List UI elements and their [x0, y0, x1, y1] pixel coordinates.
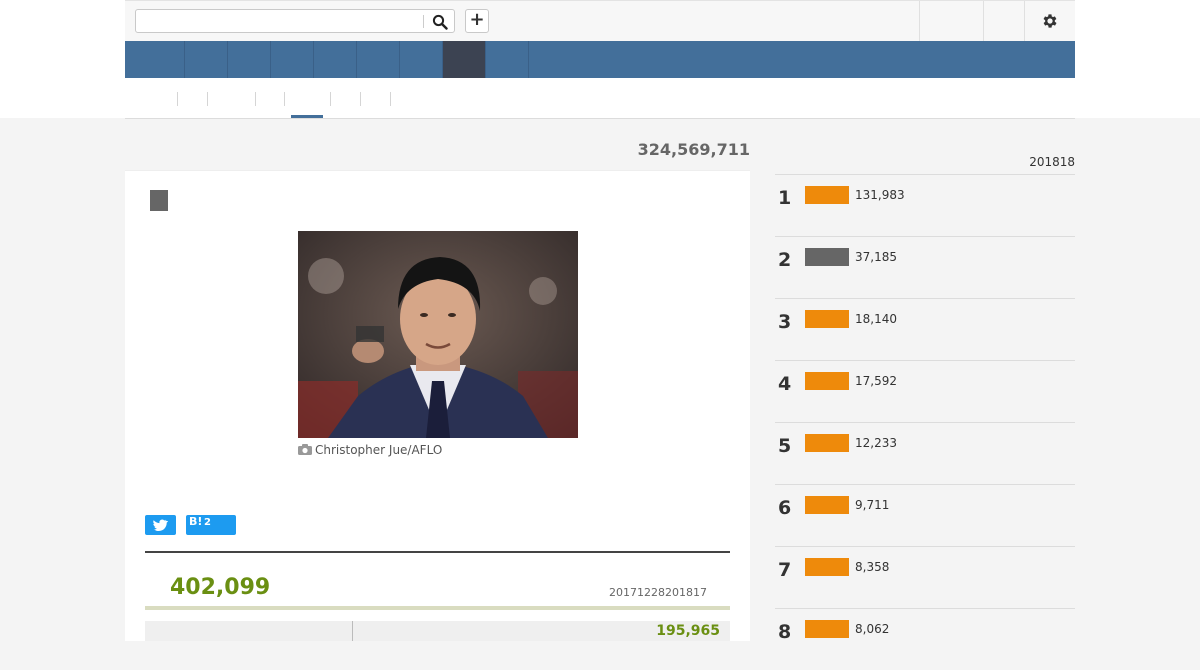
nav-item[interactable]	[357, 41, 400, 78]
total-views: 402,099	[170, 575, 271, 600]
ranking-header: 201818	[1029, 155, 1075, 169]
search-input[interactable]	[140, 12, 424, 32]
rank-value: 131,983	[855, 188, 905, 202]
rank-bar	[805, 558, 849, 576]
ranking-item[interactable]: 7 8,358	[775, 546, 1075, 608]
rank-number: 3	[778, 311, 792, 333]
stats-row: 195,965	[145, 621, 730, 641]
hatena-logo: B!	[189, 515, 203, 528]
rank-bar	[805, 310, 849, 328]
nav-item-active[interactable]	[443, 41, 486, 78]
header-divider	[983, 1, 984, 41]
stats-divider	[145, 551, 730, 553]
photo-caption: Christopher Jue/AFLO	[298, 443, 442, 457]
ranking-item[interactable]: 5 12,233	[775, 422, 1075, 484]
hatena-bookmark-button[interactable]: B! 2	[186, 515, 236, 535]
category-badge	[150, 190, 168, 211]
ranking-item[interactable]: 6 9,711	[775, 484, 1075, 546]
rank-value: 37,185	[855, 250, 897, 264]
rank-bar	[805, 372, 849, 390]
rank-value: 8,358	[855, 560, 890, 574]
total-count: 324,569,711	[637, 140, 750, 159]
subnav-active-indicator	[291, 115, 323, 118]
nav-item[interactable]	[400, 41, 443, 78]
nav-item[interactable]	[185, 41, 228, 78]
nav-item[interactable]	[228, 41, 271, 78]
ranking-item[interactable]: 1 131,983	[775, 174, 1075, 236]
subnav-divider	[360, 92, 361, 106]
rank-bar	[805, 620, 849, 638]
nav-item[interactable]	[314, 41, 357, 78]
rank-number: 6	[778, 497, 792, 519]
ranking-item[interactable]: 8 8,062	[775, 608, 1075, 670]
rank-value: 18,140	[855, 312, 897, 326]
nav-item[interactable]	[486, 41, 529, 78]
sub-nav	[125, 78, 1075, 119]
subnav-divider	[284, 92, 285, 106]
rank-number: 2	[778, 249, 792, 271]
nav-item[interactable]	[271, 41, 314, 78]
rank-value: 8,062	[855, 622, 890, 636]
rank-bar	[805, 248, 849, 266]
add-button[interactable]: +	[465, 9, 489, 33]
stats-row-value: 195,965	[656, 623, 720, 639]
subnav-divider	[255, 92, 256, 106]
rank-bar	[805, 496, 849, 514]
rank-value: 12,233	[855, 436, 897, 450]
search-icon[interactable]	[432, 14, 448, 30]
rank-number: 1	[778, 187, 792, 209]
stats-underline	[145, 606, 730, 610]
twitter-icon	[153, 519, 169, 531]
rank-number: 5	[778, 435, 792, 457]
ranking-item[interactable]: 4 17,592	[775, 360, 1075, 422]
header-bar: +	[125, 0, 1075, 41]
subnav-divider	[177, 92, 178, 106]
main-nav	[125, 41, 1075, 78]
rank-number: 7	[778, 559, 792, 581]
subnav-divider	[390, 92, 391, 106]
nav-item[interactable]	[125, 41, 185, 78]
rank-bar	[805, 186, 849, 204]
rank-value: 17,592	[855, 374, 897, 388]
search-divider	[423, 15, 424, 28]
camera-icon	[298, 444, 312, 455]
rank-number: 8	[778, 621, 792, 643]
gear-icon[interactable]	[1041, 12, 1059, 30]
rank-number: 4	[778, 373, 792, 395]
stats-row-divider	[352, 621, 353, 641]
hatena-count: 2	[204, 517, 211, 528]
subnav-divider	[207, 92, 208, 106]
article-photo[interactable]	[298, 231, 578, 438]
ranking-item[interactable]: 3 18,140	[775, 298, 1075, 360]
stats-period: 20171228201817	[609, 586, 707, 599]
rank-bar	[805, 434, 849, 452]
header-divider	[1024, 1, 1025, 41]
article-card: Christopher Jue/AFLO B! 2 402,099 201712…	[125, 170, 750, 641]
rank-value: 9,711	[855, 498, 890, 512]
photo-credit: Christopher Jue/AFLO	[315, 443, 443, 457]
twitter-share-button[interactable]	[145, 515, 176, 535]
search-box[interactable]	[135, 9, 455, 33]
ranking-list: 1 131,983 2 37,185 3 18,140 4 17,592 5 12,233 6 9,7…	[775, 174, 1075, 670]
subnav-divider	[330, 92, 331, 106]
ranking-item[interactable]: 2 37,185	[775, 236, 1075, 298]
header-divider	[919, 1, 920, 41]
